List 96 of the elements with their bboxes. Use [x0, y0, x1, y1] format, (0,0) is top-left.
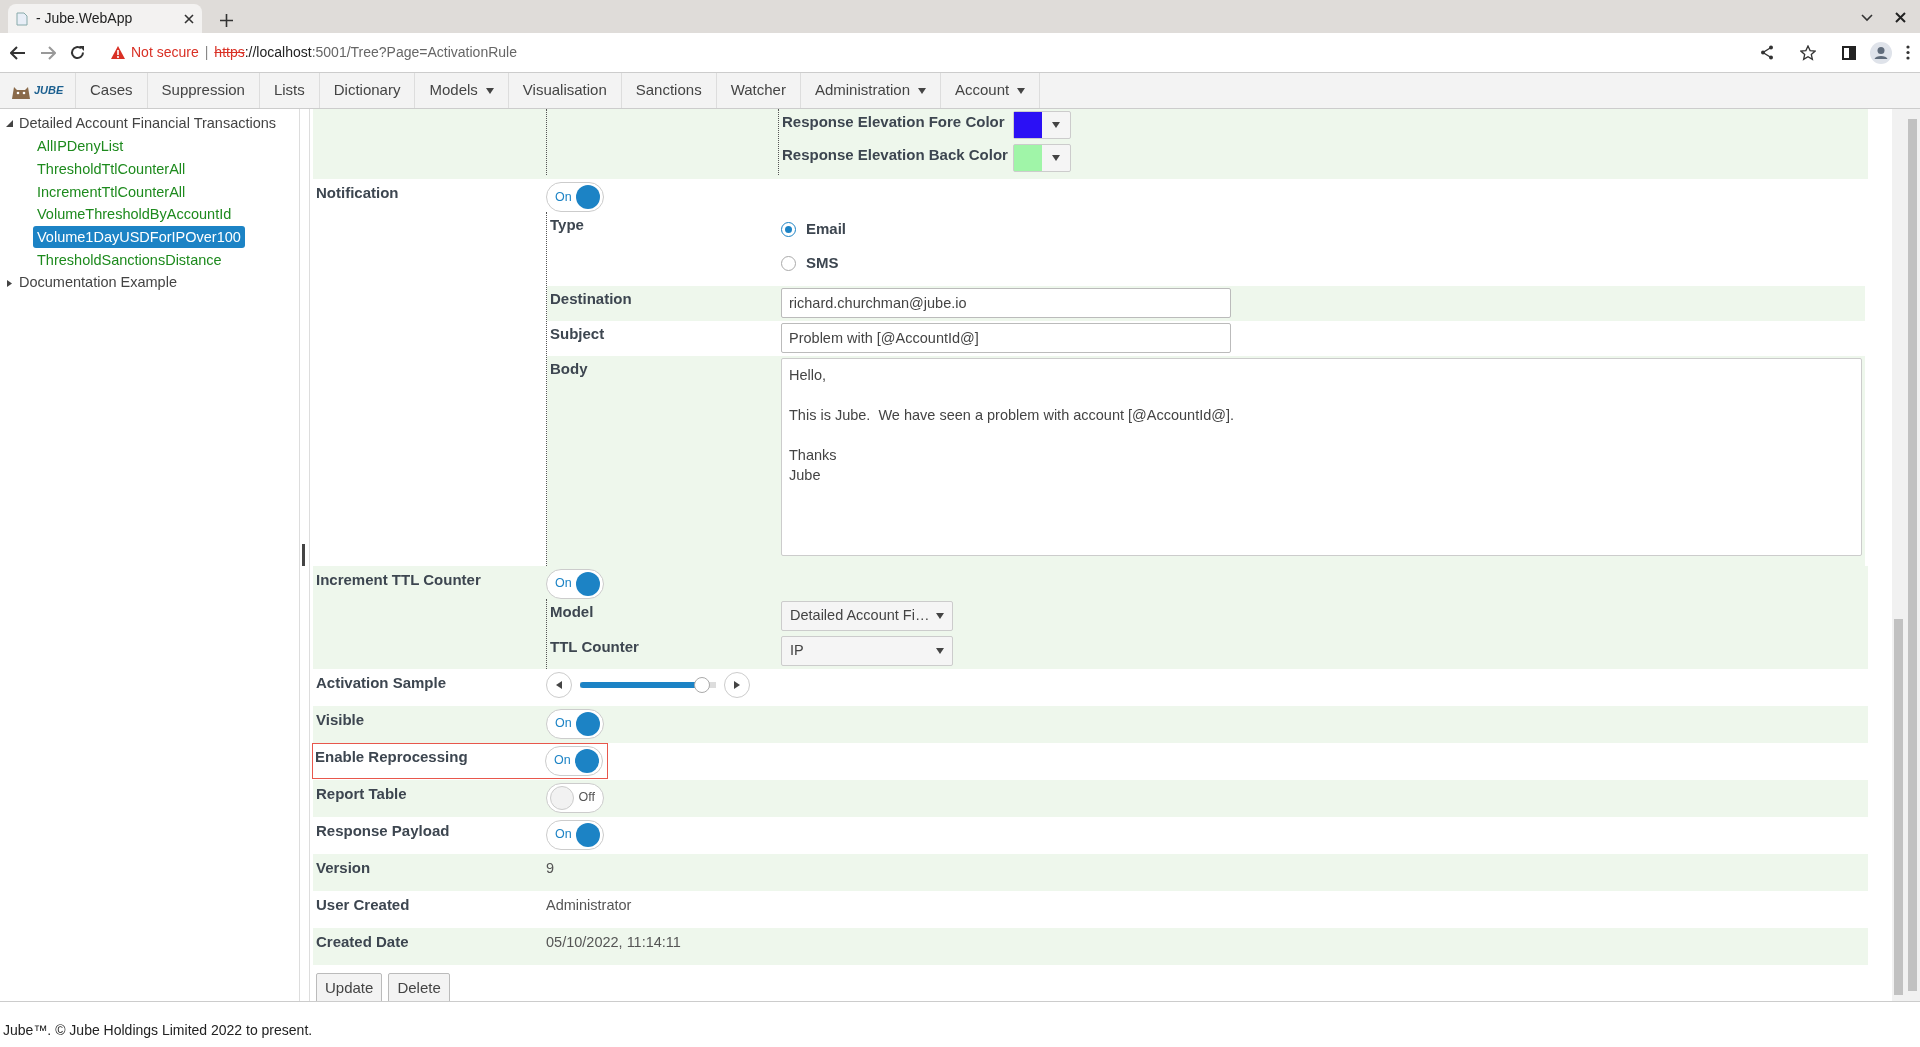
toggle-switch[interactable]: On [546, 568, 604, 599]
color-picker[interactable] [1013, 144, 1071, 172]
nav-item[interactable]: Cases [76, 73, 148, 108]
caret-icon [485, 87, 494, 94]
tree-node[interactable]: Documentation Example [19, 272, 177, 294]
footer-text: Jube™. © Jube Holdings Limited 2022 to present. [3, 1021, 313, 1040]
caret-icon [936, 647, 944, 654]
caret-icon [1017, 87, 1026, 94]
caret-icon [918, 87, 926, 94]
radio-label: SMS [806, 252, 839, 273]
nav-item[interactable]: Account [941, 73, 1041, 108]
field-value: Administrator [546, 896, 632, 913]
field-label: Body [550, 360, 588, 377]
tree-node[interactable]: Detailed Account Financial Transactions [19, 112, 277, 135]
field-label: Notification [316, 184, 399, 201]
browser-tab[interactable]: - Jube.WebApp [8, 4, 202, 33]
chevron-down-icon[interactable] [1861, 13, 1873, 22]
avatar-icon[interactable] [1870, 41, 1892, 64]
scrollbar[interactable] [1892, 109, 1905, 1001]
caret-icon [936, 612, 944, 619]
forward-arrow-icon[interactable] [40, 45, 56, 60]
tab-title: - Jube.WebApp [36, 9, 134, 28]
field-label: Response Elevation Fore Color [782, 113, 1005, 130]
field-label: Destination [550, 290, 632, 307]
close-icon[interactable] [1895, 12, 1906, 23]
body-textarea[interactable]: Hello, This is Jube. We have seen a problem with account [@AccountId@]. Thanks Jube [781, 358, 1862, 556]
field-label: User Created [316, 895, 410, 913]
tree-item[interactable]: AllIPDenyList [33, 135, 128, 157]
field-label: Model [550, 602, 594, 620]
field-label: Increment TTL Counter [316, 570, 481, 588]
reload-icon[interactable] [70, 45, 85, 60]
toggle-switch[interactable]: Off [546, 782, 604, 813]
field-label: Subject [550, 325, 605, 342]
divider: | [204, 43, 209, 62]
slider-decrement-button[interactable] [546, 671, 572, 698]
nav-item[interactable]: Administration [800, 73, 941, 108]
field-label: Visible [316, 710, 365, 728]
toggle-switch[interactable]: On [546, 182, 604, 212]
nav-item[interactable]: Suppression [147, 73, 260, 108]
left-triangle-icon [556, 680, 562, 689]
radio-label: Email [806, 218, 847, 239]
splitter-handle[interactable] [302, 544, 305, 566]
text-input-field[interactable]: richard.churchman@jube.io [781, 288, 1231, 318]
caret-icon [1052, 155, 1060, 161]
tree-item[interactable]: Volume1DayUSDForIPOver100 [33, 226, 245, 248]
dropdown-select[interactable]: Detailed Account Fi… [781, 600, 953, 631]
slider-thumb[interactable] [694, 676, 710, 693]
field-label: Response Payload [316, 821, 450, 839]
field-value: 05/10/2022, 11:14:11 [546, 933, 681, 950]
warning-icon [111, 46, 125, 59]
field-label: Type [550, 216, 584, 233]
security-status: Not secure [131, 43, 199, 62]
nav-item[interactable]: Dictionary [319, 73, 416, 108]
text-input-field[interactable]: Problem with [@AccountId@] [781, 323, 1231, 353]
collapsed-triangle-icon[interactable] [6, 279, 13, 287]
tree-item[interactable]: IncrementTtlCounterAll [33, 180, 190, 203]
field-label: Activation Sample [316, 673, 447, 691]
field-label: Created Date [316, 932, 409, 950]
field-value: 9 [546, 859, 555, 876]
nav-item[interactable]: Watcher [716, 73, 801, 108]
field-label: Version [316, 858, 371, 876]
color-picker[interactable] [1013, 111, 1071, 139]
action-button[interactable]: Update [316, 972, 383, 1001]
right-triangle-icon [734, 680, 740, 689]
field-label: Enable Reprocessing [315, 747, 468, 765]
field-label: Response Elevation Back Color [782, 146, 1008, 163]
plus-icon[interactable] [220, 14, 233, 27]
radio-button[interactable] [781, 221, 796, 237]
slider-increment-button[interactable] [724, 671, 750, 698]
radio-button[interactable] [781, 255, 796, 271]
field-label: Report Table [316, 784, 407, 802]
dropdown-select[interactable]: IP [781, 635, 953, 666]
toggle-switch[interactable]: On [546, 819, 604, 850]
action-button[interactable]: Delete [388, 972, 450, 1001]
field-label: TTL Counter [550, 637, 639, 655]
tree-item[interactable]: VolumeThresholdByAccountId [33, 203, 236, 226]
nav-item[interactable]: Models [415, 73, 509, 108]
logo-text: JUBE [34, 83, 64, 99]
star-icon[interactable] [1800, 44, 1816, 61]
toggle-switch[interactable]: On [545, 745, 603, 776]
menu-icon[interactable] [1906, 45, 1910, 60]
nav-item[interactable]: Visualisation [508, 73, 622, 108]
toggle-switch[interactable]: On [546, 708, 604, 739]
caret-icon [1052, 122, 1060, 128]
side-panel-icon[interactable] [1842, 45, 1856, 60]
nav-item[interactable]: Sanctions [621, 73, 717, 108]
url-text: https://localhost:5001/Tree?Page=ActivationRule [214, 43, 517, 62]
tree-item[interactable]: ThresholdSanctionsDistance [33, 248, 226, 271]
expanded-triangle-icon[interactable] [6, 120, 13, 127]
page-icon [16, 11, 28, 26]
share-icon[interactable] [1760, 45, 1774, 60]
scrollbar[interactable] [1905, 109, 1920, 1001]
close-icon[interactable] [184, 13, 194, 24]
back-arrow-icon[interactable] [10, 45, 26, 60]
tree-item[interactable]: ThresholdTtlCounterAll [33, 157, 190, 180]
nav-item[interactable]: Lists [259, 73, 320, 108]
